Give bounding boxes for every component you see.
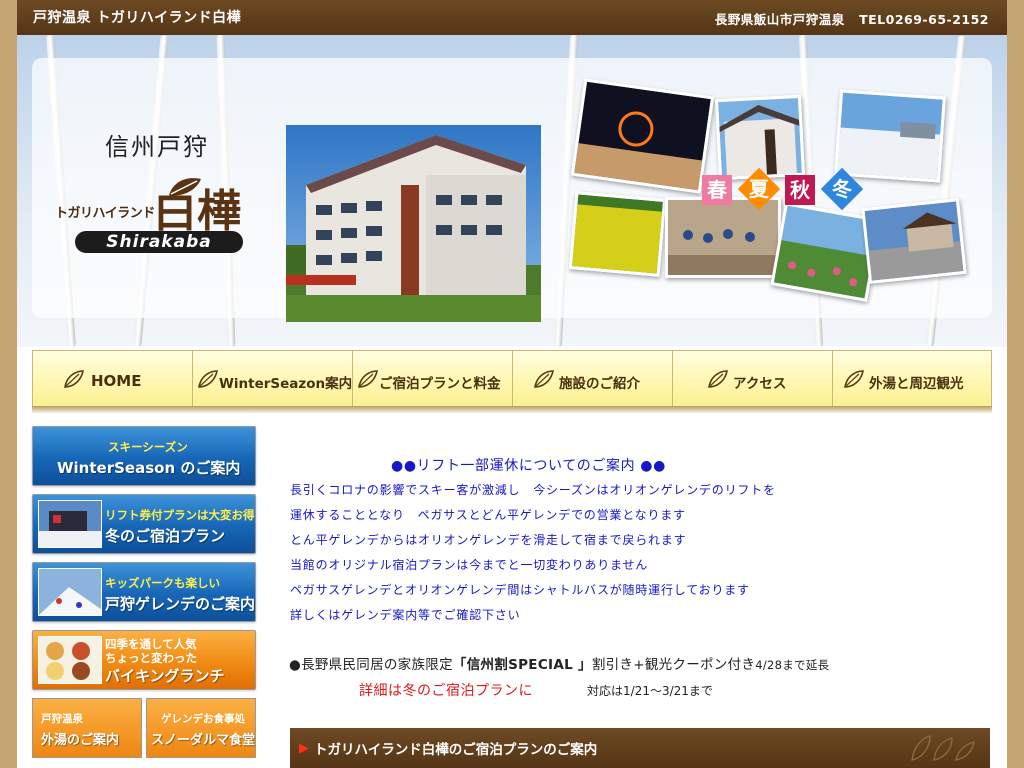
- banner-caption: 戸狩温泉: [41, 713, 83, 725]
- notice-line: 詳しくはゲレンデ案内等でご確認下さい: [290, 608, 521, 622]
- notice-heading: ●●リフト一部運休についてのご案内 ●●: [391, 458, 666, 474]
- page: 戸狩温泉 トガリハイランド白樺 長野県飯山市戸狩温泉 TEL0269-65-21…: [17, 0, 1007, 768]
- banner-title: スノーダルマ食堂: [151, 733, 256, 748]
- nav-home[interactable]: HOME: [32, 350, 193, 409]
- banner-winter-stay-plan[interactable]: リフト券付プランは大変お得! 冬のご宿泊プラン: [32, 494, 256, 554]
- nav-stay-plans[interactable]: ご宿泊プランと料金: [352, 350, 513, 409]
- logo-kanji: 信州戸狩: [105, 133, 209, 161]
- season-winter-badge: 冬: [820, 167, 864, 211]
- nav-access[interactable]: アクセス: [672, 350, 833, 409]
- banner-winter-season[interactable]: スキーシーズン WinterSeason のご案内: [32, 426, 256, 486]
- collage-photo-dance: [665, 197, 781, 278]
- promo-highlight: 「信州割SPECIAL 」: [452, 657, 592, 673]
- main-nav: HOME WinterSeazon案内 ご宿泊プランと料金 施設のご紹介 アクセ…: [32, 350, 992, 410]
- banner-title: 戸狩ゲレンデのご案内: [105, 595, 256, 613]
- leaf-icon: [844, 370, 864, 388]
- header-banner: 信州戸狩 トガリハイランド 白樺 Shirakaba 春 夏 秋 冬: [17, 35, 1007, 347]
- promo-suffix: 割引き+観光クーポン付き: [591, 657, 756, 673]
- lunch-thumbnail: [38, 636, 102, 684]
- logo-badge: Shirakaba: [75, 231, 243, 253]
- season-autumn-badge: 秋: [785, 175, 815, 205]
- notice-line: とん平ゲレンデからはオリオンゲレンデを滑走して宿まで戻られます: [290, 533, 687, 547]
- season-summer-badge: 夏: [737, 167, 781, 211]
- collage-photo-lodge: [861, 198, 967, 284]
- season-summer-label: 夏: [749, 177, 769, 201]
- tel-text[interactable]: TEL0269-65-2152: [859, 12, 989, 27]
- promo-extension: 4/28まで延長: [755, 658, 830, 672]
- banner-caption: スキーシーズン: [108, 440, 188, 454]
- slope-thumbnail: [38, 568, 102, 616]
- notice-line: 当館のオリジナル宿泊プランは今までと一切変わりありません: [290, 558, 649, 572]
- leaf-icon: [198, 370, 218, 388]
- banner-caption: リフト券付プランは大変お得!: [105, 508, 256, 522]
- banner-snow-daruma-diner[interactable]: ゲレンデお食事処 スノーダルマ食堂: [146, 698, 256, 758]
- collage-photo-night: [570, 78, 715, 194]
- nav-label: HOME: [91, 372, 142, 390]
- top-bar: 戸狩温泉 トガリハイランド白樺 長野県飯山市戸狩温泉 TEL0269-65-21…: [17, 0, 1007, 36]
- notice-line: ペガサスゲレンデとオリオンゲレンデ間はシャトルバスが随時運行しております: [290, 583, 750, 597]
- banner-caption: キッズパークも楽しい: [105, 576, 220, 590]
- site-title[interactable]: 戸狩温泉 トガリハイランド白樺: [33, 7, 241, 27]
- nav-label: WinterSeazon案内: [219, 376, 353, 392]
- hotel-photo: [286, 125, 541, 322]
- promo-line: ●長野県民同居の家族限定「信州割SPECIAL 」割引き+観光クーポン付き4/2…: [289, 653, 829, 673]
- arrow-right-icon: ▶: [299, 741, 309, 756]
- collage-photo-snow: [834, 89, 946, 183]
- nav-onsen-sightseeing[interactable]: 外湯と周辺観光: [832, 350, 992, 409]
- collage-photo-flowers: [568, 191, 667, 277]
- nav-label: 施設のご紹介: [559, 376, 640, 392]
- season-spring-badge: 春: [702, 175, 732, 205]
- nav-label: アクセス: [733, 376, 787, 392]
- banner-caption: ゲレンデお食事処: [161, 713, 245, 725]
- section-title: トガリハイランド白樺のご宿泊プランのご案内: [314, 742, 598, 758]
- address-text: 長野県飯山市戸狩温泉: [714, 12, 845, 27]
- ski-lift-thumbnail: [38, 500, 102, 548]
- notice-line: 長引くコロナの影響でスキー客が激減し 今シーズンはオリオンゲレンデのリフトを: [290, 483, 776, 497]
- notice-line: 運休することとなり ペガサスとどん平ゲレンデでの営業となります: [290, 508, 686, 522]
- banner-togari-slopes[interactable]: キッズパークも楽しい 戸狩ゲレンデのご案内: [32, 562, 256, 622]
- contact-info: 長野県飯山市戸狩温泉 TEL0269-65-2152: [705, 9, 989, 28]
- leaf-logo-icon: [169, 178, 201, 196]
- banner-onsen-guide[interactable]: 戸狩温泉 外湯のご案内: [32, 698, 142, 758]
- nav-winter-season[interactable]: WinterSeazon案内: [192, 350, 353, 409]
- leaf-icon: [534, 370, 554, 388]
- logo-subtitle: トガリハイランド: [55, 206, 155, 221]
- banner-title: バイキングランチ: [105, 667, 225, 685]
- banner-title: 冬のご宿泊プラン: [105, 527, 226, 545]
- leaf-icon: [708, 370, 728, 388]
- promo-period: 対応は1/21〜3/21まで: [587, 684, 713, 698]
- nav-label: ご宿泊プランと料金: [379, 376, 501, 392]
- leaf-icon: [64, 370, 84, 388]
- collage-photo-building: [714, 94, 806, 181]
- section-header: ▶ トガリハイランド白樺のご宿泊プランのご案内: [290, 728, 990, 768]
- banner-viking-lunch[interactable]: 四季を通して人気 ちょっと変わった バイキングランチ: [32, 630, 256, 690]
- nav-facilities[interactable]: 施設のご紹介: [512, 350, 673, 409]
- leaf-icon: [358, 370, 378, 388]
- banner-title: WinterSeason のご案内: [57, 459, 241, 477]
- nav-label: 外湯と周辺観光: [869, 376, 964, 392]
- banner-caption-2: ちょっと変わった: [105, 651, 197, 665]
- season-winter-label: 冬: [832, 177, 852, 201]
- nav-divider: [32, 406, 992, 414]
- banner-title: 外湯のご案内: [41, 733, 120, 748]
- promo-detail-link[interactable]: 詳細は冬のご宿泊プランに: [359, 680, 533, 700]
- promo-prefix: ●長野県民同居の家族限定: [289, 657, 453, 673]
- leaf-decoration-icon: [911, 735, 975, 761]
